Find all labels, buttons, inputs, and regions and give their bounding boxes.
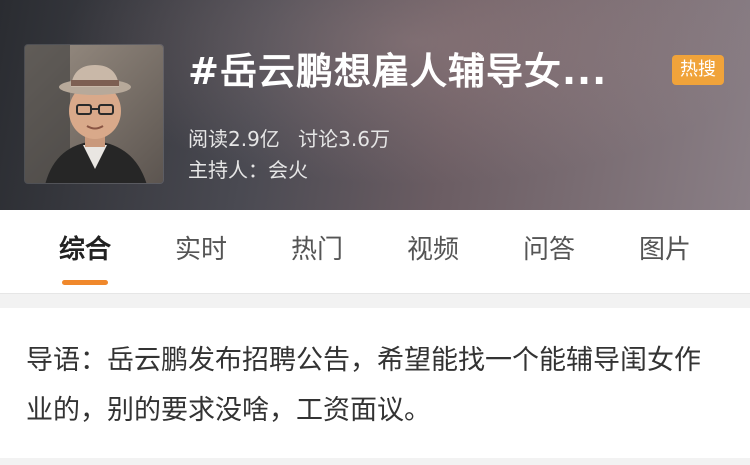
topic-stats: 阅读2.9亿 讨论3.6万 <box>188 125 402 153</box>
tab-video[interactable]: 视频 <box>375 210 491 294</box>
intro-card: 导语：岳云鹏发布招聘公告，希望能找一个能辅导闺女作业的，别的要求没啥，工资面议。 <box>0 308 750 458</box>
avatar-photo <box>25 45 163 183</box>
active-tab-indicator <box>62 280 108 285</box>
discussion-count: 讨论3.6万 <box>298 127 390 151</box>
tab-images[interactable]: 图片 <box>607 210 723 294</box>
read-count: 阅读2.9亿 <box>188 127 280 151</box>
hot-search-badge: 热搜 <box>672 55 724 85</box>
tab-hot[interactable]: 热门 <box>259 210 375 294</box>
tab-realtime[interactable]: 实时 <box>143 210 259 294</box>
topic-header: #岳云鹏想雇人辅导女... 热搜 阅读2.9亿 讨论3.6万 主持人：会火 <box>0 0 750 210</box>
topic-avatar[interactable] <box>24 44 164 184</box>
topic-title: #岳云鹏想雇人辅导女... <box>188 50 608 93</box>
host-line[interactable]: 主持人：会火 <box>188 156 308 184</box>
intro-text: 导语：岳云鹏发布招聘公告，希望能找一个能辅导闺女作业的，别的要求没啥，工资面议。 <box>26 345 701 426</box>
tab-qa[interactable]: 问答 <box>491 210 607 294</box>
tab-bar: 综合 实时 热门 视频 问答 图片 <box>0 210 750 294</box>
